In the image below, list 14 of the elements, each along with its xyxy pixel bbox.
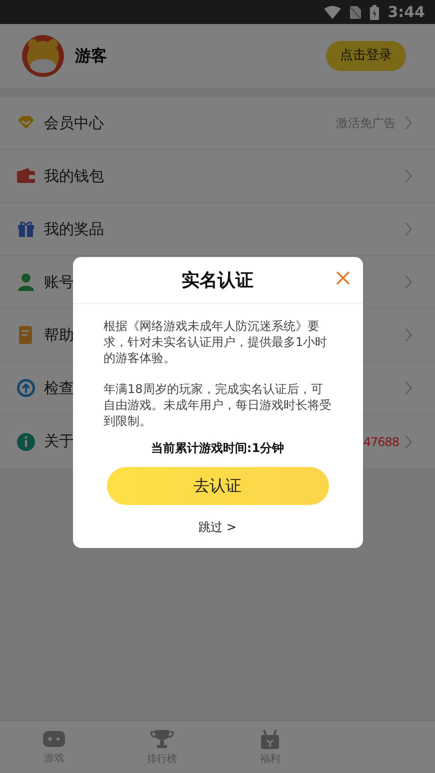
dialog-title: 实名认证: [182, 268, 254, 292]
dialog-paragraph: 根据《网络游戏未成年人防沉迷系统》要求，针对未实名认证用户，提供最多1小时的游客体验。: [104, 318, 328, 366]
menu-label: 账号: [44, 272, 74, 293]
menu-label: 我的钱包: [44, 166, 104, 187]
menu-label: 检查: [44, 378, 74, 399]
menu-label: 关于: [44, 431, 74, 452]
menu-label: 会员中心: [44, 112, 104, 134]
status-time: 3:44: [388, 2, 425, 23]
menu-label: 我的奖品: [44, 218, 104, 240]
menu-label: 帮助: [44, 324, 74, 346]
user-name: 游客: [75, 45, 108, 67]
menu-detail: 47688: [363, 434, 399, 450]
dialog-paragraph: 年满18周岁的玩家，完成实名认证后，可自由游戏。未成年用户，每日游戏时长将受到限制。: [104, 381, 332, 429]
play-time-text: 当前累计游戏时间:1分钟: [150, 440, 284, 457]
